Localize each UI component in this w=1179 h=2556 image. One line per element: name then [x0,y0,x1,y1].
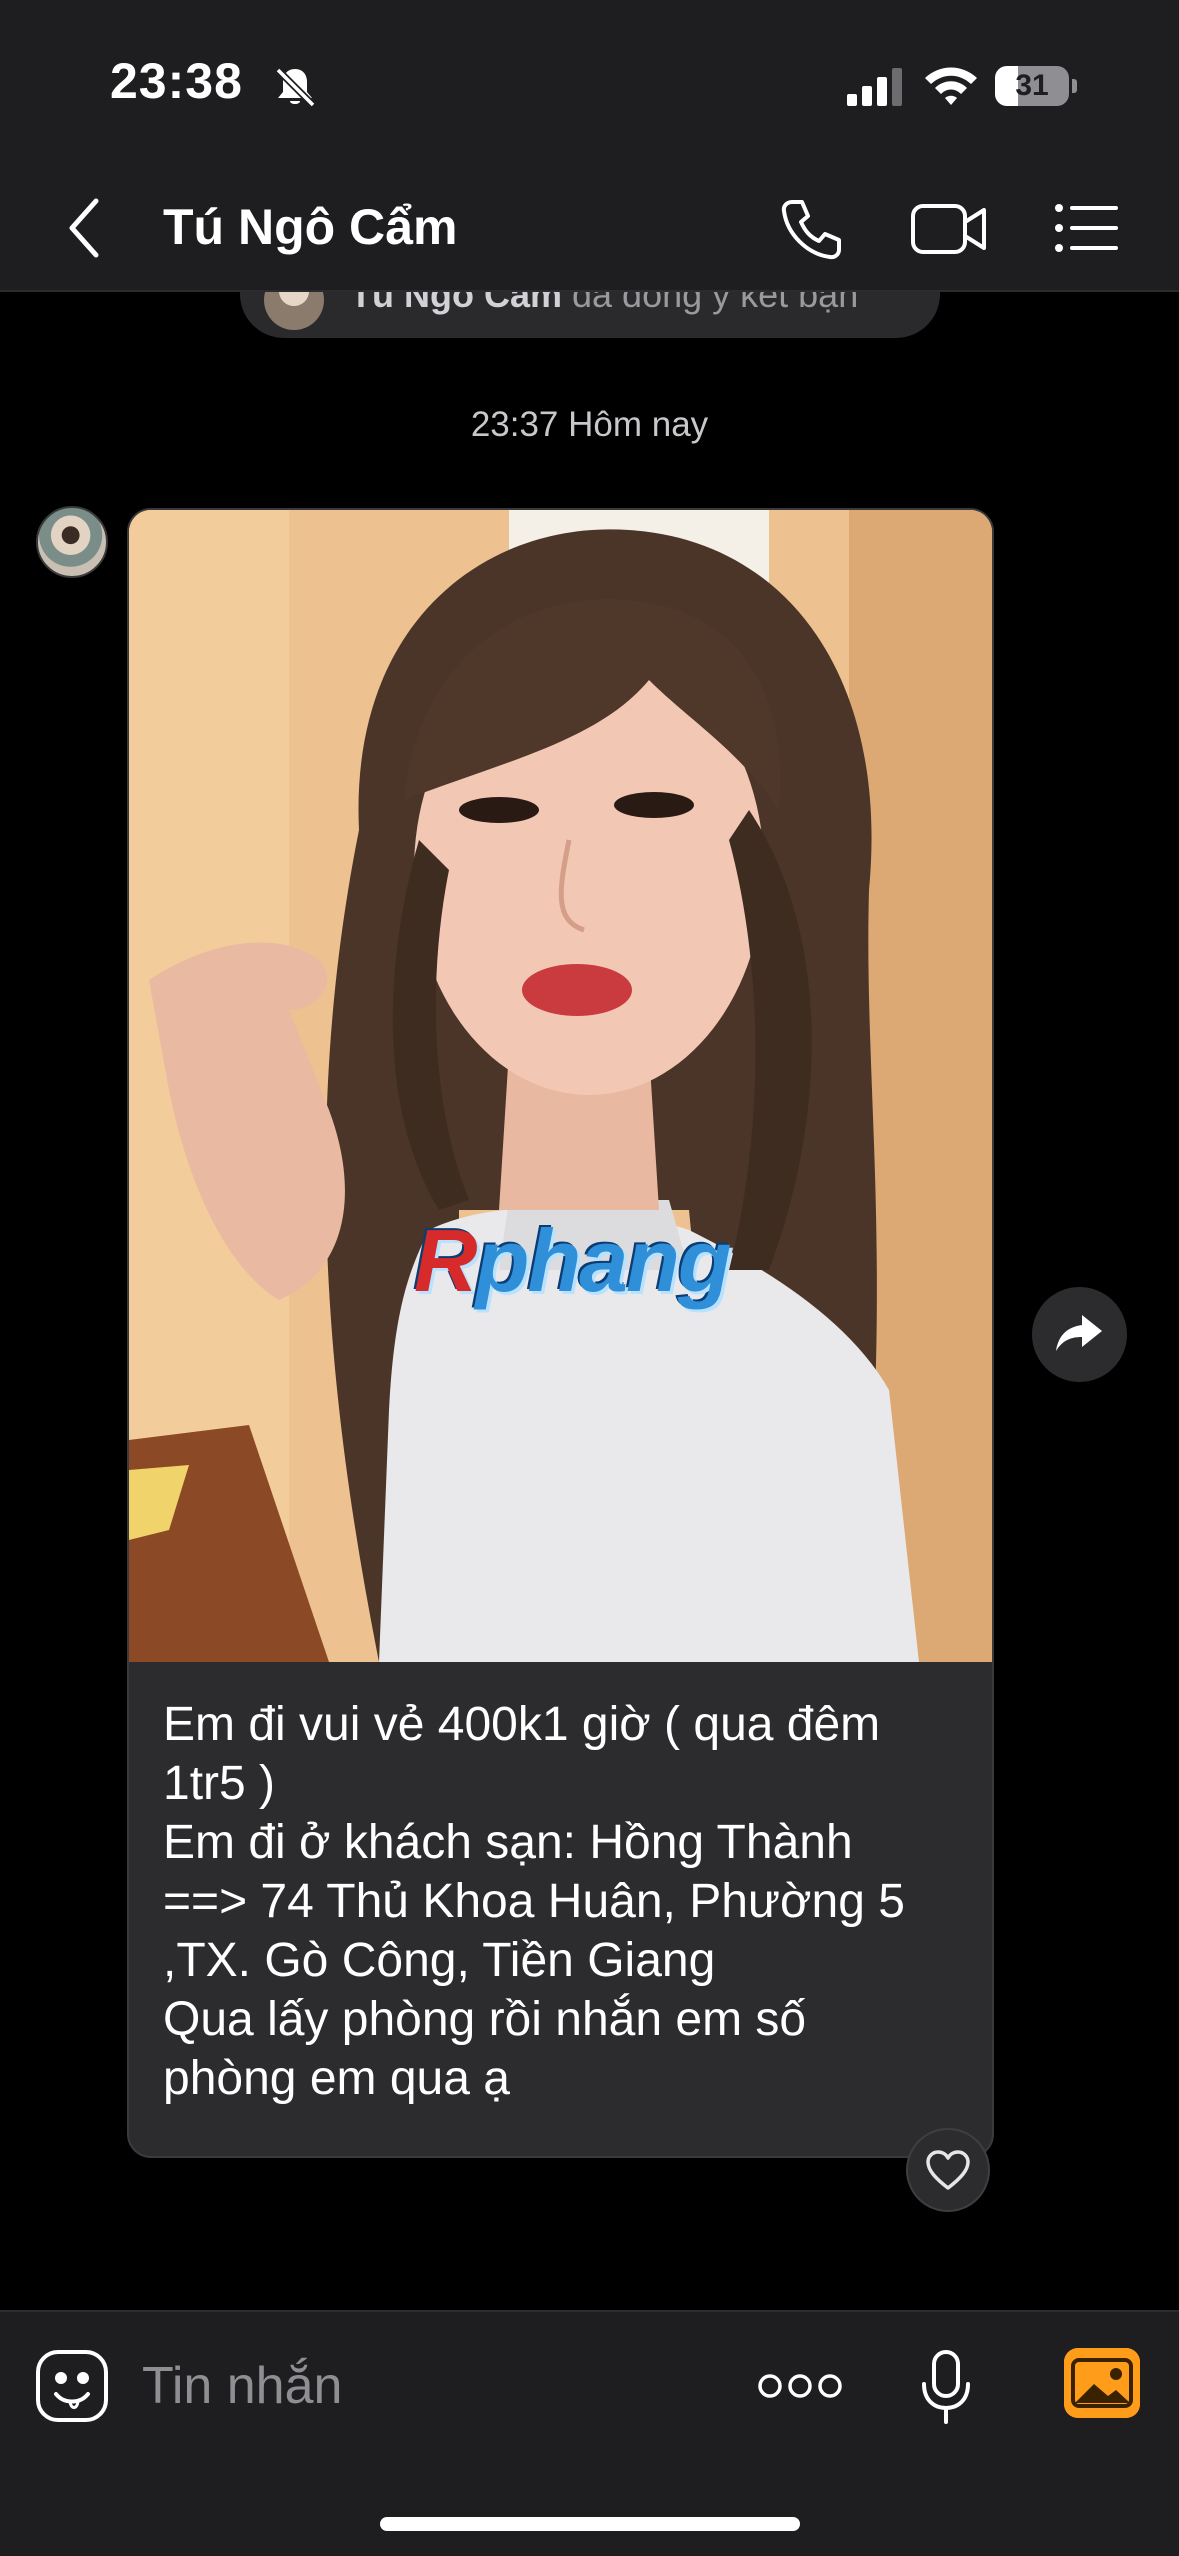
like-button[interactable] [906,2128,990,2212]
chat-screen: Tú Ngô Cẩm đã đồng ý kết bạn 23:37 Hôm n… [0,0,1179,2556]
microphone-icon[interactable] [916,2348,976,2428]
photo-watermark: Rphang [414,1210,732,1312]
message-photo[interactable]: Rphang [129,510,992,1662]
message-line: Em đi vui vẻ 400k1 giờ ( qua đêm [163,1698,881,1751]
share-button[interactable] [1032,1287,1127,1382]
battery-percent: 31 [1015,69,1049,102]
message-line: 1tr5 ) [163,1757,276,1810]
sticker-icon[interactable] [34,2348,110,2424]
watermark-rest: phang [475,1211,732,1310]
gallery-image-icon [1064,2348,1140,2418]
bell-slash-icon [275,67,316,108]
message-text: Em đi vui vẻ 400k1 giờ ( qua đêm 1tr5 ) … [163,1695,973,2108]
message-line: Em đi ở khách sạn: Hồng Thành [163,1816,853,1869]
battery-icon: 31 [995,66,1077,106]
message-line: ==> 74 Thủ Khoa Huân, Phường 5 [163,1875,905,1928]
top-bar: 23:38 31 Tú Ngô Cẩm [0,0,1179,292]
status-time: 23:38 [110,53,243,109]
list-menu-icon[interactable] [1054,200,1120,256]
watermark-first-letter: R [414,1211,478,1310]
heart-icon [926,2150,970,2190]
message-line: phòng em qua ạ [163,2052,510,2105]
phone-call-icon[interactable] [778,196,844,262]
cellular-signal-icon [847,68,902,106]
message-timestamp: 23:37 Hôm nay [470,405,709,444]
video-call-icon[interactable] [910,200,988,258]
message-bubble[interactable]: Rphang Em đi vui vẻ 400k1 giờ ( qua đêm … [127,508,994,2158]
message-line: Qua lấy phòng rồi nhắn em số [163,1993,807,2046]
contact-name[interactable]: Tú Ngô Cẩm [163,198,457,256]
message-line: ,TX. Gò Công, Tiền Giang [163,1934,716,1987]
back-chevron-icon[interactable] [60,195,110,261]
message-input[interactable] [140,2350,704,2422]
message-input-bar [0,2310,1179,2556]
wifi-icon [925,67,977,105]
sender-avatar[interactable] [36,506,108,578]
gallery-icon[interactable] [1064,2348,1140,2418]
photo-illustration [129,510,992,1662]
share-arrow-icon [1056,1315,1102,1351]
home-indicator[interactable] [380,2517,800,2531]
more-dots-icon[interactable] [757,2370,843,2402]
